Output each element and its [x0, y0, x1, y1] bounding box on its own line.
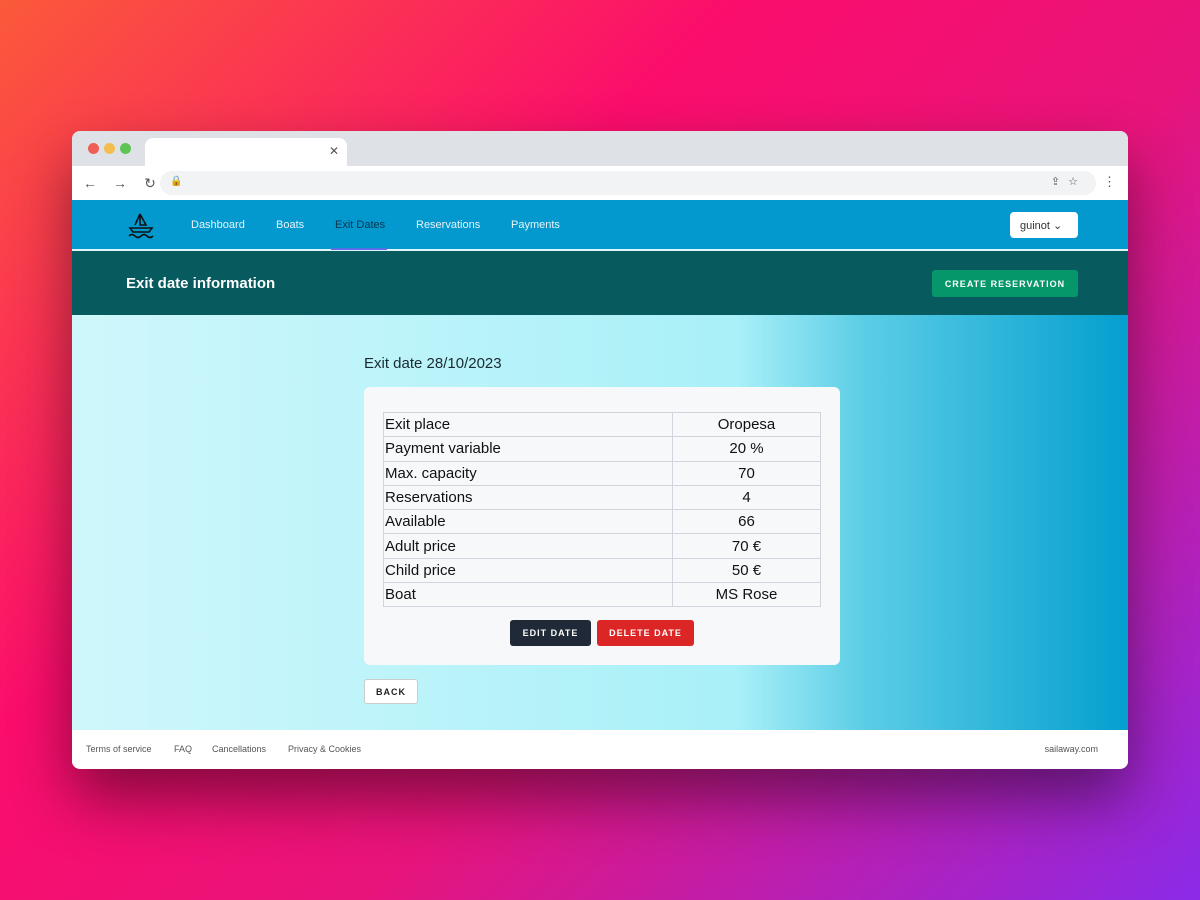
delete-date-button[interactable]: DELETE DATE [597, 620, 694, 646]
row-value: 70 [672, 460, 821, 486]
close-tab-icon[interactable]: ✕ [329, 144, 339, 158]
share-star-icon[interactable]: ⇪☆ [1051, 175, 1086, 188]
footer: Terms of service FAQ Cancellations Priva… [72, 730, 1128, 768]
table-row: Max. capacity 70 [383, 460, 821, 486]
menu-icon[interactable]: ⋮ [1103, 174, 1116, 190]
row-value: 4 [672, 484, 821, 511]
close-window-icon[interactable] [88, 143, 99, 154]
back-button[interactable]: BACK [364, 679, 418, 704]
nav-boats[interactable]: Boats [276, 219, 304, 231]
chevron-down-icon: ⌄ [1053, 220, 1063, 232]
table-row: Child price 50 € [383, 557, 821, 584]
row-value: 66 [672, 509, 821, 535]
footer-site: sailaway.com [1044, 744, 1098, 754]
lock-icon: 🔒 [170, 176, 183, 187]
table-row: Boat MS Rose [383, 582, 821, 608]
footer-link-privacy[interactable]: Privacy & Cookies [288, 744, 361, 754]
row-label: Child price [383, 557, 673, 584]
table-row: Payment variable 20 % [383, 436, 821, 462]
row-label: Adult price [383, 533, 673, 559]
page-title: Exit date information [126, 275, 276, 292]
exit-date-title: Exit date 28/10/2023 [364, 355, 502, 372]
details-table: Exit place Oropesa Payment variable 20 % Max… [383, 411, 821, 608]
tab-bar: ✕ [72, 131, 1128, 166]
sailboat-logo-icon[interactable] [126, 212, 156, 240]
table-row: Adult price 70 € [383, 533, 821, 559]
footer-link-terms[interactable]: Terms of service [86, 744, 152, 754]
maximize-window-icon[interactable] [120, 143, 131, 154]
row-value: 20 % [672, 436, 821, 462]
footer-link-faq[interactable]: FAQ [174, 744, 192, 754]
reload-icon[interactable]: ↻ [138, 175, 162, 192]
address-bar[interactable]: 🔒 ⇪☆ [160, 171, 1096, 195]
edit-date-button[interactable]: EDIT DATE [510, 620, 591, 646]
nav-exit-dates[interactable]: Exit Dates [335, 219, 385, 231]
details-card: Exit place Oropesa Payment variable 20 % Max… [364, 387, 840, 665]
active-tab-indicator [331, 248, 387, 250]
row-label: Max. capacity [383, 460, 673, 486]
table-row: Available 66 [383, 509, 821, 535]
table-row: Reservations 4 [383, 484, 821, 511]
username: guinot [1020, 220, 1050, 232]
row-value: 70 € [672, 533, 821, 559]
row-value: 50 € [672, 557, 821, 584]
row-label: Payment variable [383, 436, 673, 462]
top-nav: Dashboard Boats Exit Dates Reservations … [72, 200, 1128, 251]
browser-window: ✕ ← → ↻ 🔒 ⇪☆ ⋮ Dashboard Boats Exit Dates… [72, 131, 1128, 769]
user-menu[interactable]: guinot ⌄ [1010, 212, 1078, 238]
main-content: Exit date 28/10/2023 Exit place Oropesa Pa… [72, 315, 1128, 730]
browser-toolbar: ← → ↻ 🔒 ⇪☆ ⋮ [72, 166, 1128, 200]
row-label: Boat [383, 582, 673, 608]
footer-link-cancellations[interactable]: Cancellations [212, 744, 266, 754]
table-row: Exit place Oropesa [383, 411, 821, 438]
page-header: Exit date information CREATE RESERVATION [72, 251, 1128, 315]
forward-arrow-icon[interactable]: → [108, 175, 132, 191]
nav-payments[interactable]: Payments [511, 219, 560, 231]
nav-dashboard[interactable]: Dashboard [191, 219, 245, 231]
minimize-window-icon[interactable] [104, 143, 115, 154]
row-label: Available [383, 509, 673, 535]
row-value: Oropesa [672, 411, 821, 438]
row-label: Exit place [383, 411, 673, 438]
browser-tab[interactable]: ✕ [145, 138, 347, 166]
back-arrow-icon[interactable]: ← [78, 175, 102, 191]
nav-reservations[interactable]: Reservations [416, 219, 480, 231]
create-reservation-button[interactable]: CREATE RESERVATION [932, 270, 1078, 297]
row-value: MS Rose [672, 582, 821, 608]
row-label: Reservations [383, 484, 673, 511]
